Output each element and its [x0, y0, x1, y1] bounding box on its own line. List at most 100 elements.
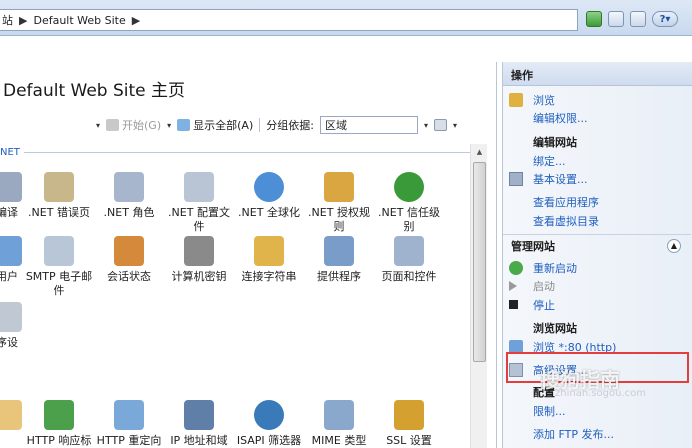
feature-label: ISAPI 筛选器	[236, 434, 302, 447]
feature-label: 连接字符串	[241, 270, 297, 283]
scroll-up-icon[interactable]: ▲	[471, 144, 488, 160]
users-icon	[0, 236, 22, 266]
feature-providers[interactable]: 提供程序	[304, 236, 374, 284]
feature-net-trust-levels[interactable]: .NET 信任级别	[374, 172, 444, 234]
address-bar: 站 ▶ Default Web Site ▶ ?▾	[0, 0, 692, 36]
add-ftp-publishing-label: 添加 FTP 发布...	[533, 427, 614, 441]
feature-label: 计算机密钥	[171, 270, 227, 283]
session-state-icon	[114, 236, 144, 266]
chevron-right-icon[interactable]: ▶	[132, 14, 140, 27]
feature-label: 页面和控件	[381, 270, 437, 283]
dropdown-arrow-icon[interactable]: ▾	[424, 121, 428, 130]
add-ftp-publishing-action[interactable]: 添加 FTP 发布...	[503, 424, 614, 443]
edit-permissions-action[interactable]: 编辑权限...	[503, 108, 588, 127]
dropdown-arrow-icon[interactable]: ▾	[96, 121, 100, 130]
connection-strings-icon	[254, 236, 284, 266]
dropdown-arrow-icon[interactable]: ▾	[167, 121, 171, 130]
feature-label: HTTP 响应标	[26, 434, 92, 447]
address-segment-site[interactable]: 站	[2, 12, 13, 28]
chevron-right-icon[interactable]: ▶	[19, 14, 27, 27]
start-filter-label: 开始(G)	[122, 119, 162, 132]
feature-machine-key[interactable]: 计算机密钥	[164, 236, 234, 284]
mime-types-icon	[324, 400, 354, 430]
feature-label: 序设	[0, 336, 18, 349]
feature-label: .NET 全球化	[238, 206, 300, 219]
limits-label: 限制...	[533, 404, 566, 418]
feature-label: .NET 信任级别	[378, 206, 440, 233]
globe-icon	[254, 172, 284, 202]
feature-label: .NET 授权规则	[308, 206, 370, 233]
view-virtual-directories-action[interactable]: 查看虚拟目录	[503, 211, 599, 230]
start-action[interactable]: 启动	[503, 276, 555, 295]
pages-controls-icon	[394, 236, 424, 266]
restart-action[interactable]: 重新启动	[503, 258, 577, 277]
feature-label: SSL 设置	[386, 434, 432, 447]
feature-isapi-filters[interactable]: ISAPI 筛选器	[234, 400, 304, 448]
browse-site-heading: 浏览网站	[503, 318, 577, 337]
http-response-headers-icon	[44, 400, 74, 430]
start-filter-button[interactable]: 开始(G)	[106, 117, 161, 133]
feature-application-settings[interactable]: 序设	[0, 302, 42, 350]
menu-strip	[0, 37, 692, 61]
feature-http-redirect[interactable]: HTTP 重定向	[94, 400, 164, 448]
view-applications-label: 查看应用程序	[533, 195, 599, 209]
collapse-icon[interactable]: ▲	[667, 238, 681, 253]
basic-settings-icon	[509, 171, 523, 186]
browse-folder-icon	[509, 92, 523, 107]
start-label: 启动	[533, 279, 555, 293]
lock-icon	[394, 400, 424, 430]
feature-net-profile[interactable]: .NET 配置文件	[164, 172, 234, 234]
trust-level-icon	[394, 172, 424, 202]
home-icon[interactable]	[630, 11, 646, 27]
address-field[interactable]: 站 ▶ Default Web Site ▶	[0, 9, 578, 31]
ip-restrictions-icon	[184, 400, 214, 430]
view-virtual-directories-label: 查看虚拟目录	[533, 214, 599, 228]
view-mode-icon[interactable]	[433, 119, 447, 131]
feature-ssl-settings[interactable]: SSL 设置	[374, 400, 444, 448]
manage-site-section[interactable]: 管理网站 ▲	[503, 234, 691, 256]
watermark-url: zhinan.sogou.com	[555, 388, 647, 399]
feature-net-error-pages[interactable]: .NET 错误页	[24, 172, 94, 220]
basic-settings-action[interactable]: 基本设置...	[503, 169, 588, 188]
feature-net-roles[interactable]: .NET 角色	[94, 172, 164, 220]
feature-label: IP 地址和域	[170, 434, 228, 447]
manage-site-label: 管理网站	[511, 239, 555, 253]
address-segment-default-web-site[interactable]: Default Web Site	[33, 14, 125, 27]
bindings-action[interactable]: 绑定...	[503, 151, 566, 170]
stop-action[interactable]: 停止	[503, 295, 555, 314]
vertical-scrollbar[interactable]: ▲	[470, 144, 487, 448]
limits-action[interactable]: 限制...	[503, 401, 566, 420]
show-all-label: 显示全部(A)	[193, 119, 254, 132]
feature-icon	[0, 400, 22, 430]
feature-pages-controls[interactable]: 页面和控件	[374, 236, 444, 284]
scrollbar-thumb[interactable]	[473, 162, 486, 362]
help-icon[interactable]: ?▾	[652, 11, 678, 27]
feature-mime-types[interactable]: MIME 类型	[304, 400, 374, 448]
feature-connection-strings[interactable]: 连接字符串	[234, 236, 304, 284]
nav-icons: ?▾	[586, 11, 678, 27]
stop-square-icon	[509, 300, 518, 309]
browse-action[interactable]: 浏览	[503, 90, 555, 109]
machine-key-icon	[184, 236, 214, 266]
feature-net-authorization[interactable]: .NET 授权规则	[304, 172, 374, 234]
feature-session-state[interactable]: 会话状态	[94, 236, 164, 284]
isapi-filters-icon	[254, 400, 284, 430]
stop-icon[interactable]	[608, 11, 624, 27]
browse-label: 浏览	[533, 93, 555, 107]
http-redirect-icon	[114, 400, 144, 430]
feature-smtp-email[interactable]: SMTP 电子邮件	[24, 236, 94, 298]
group-header-net[interactable]: NET	[0, 144, 470, 160]
feature-label: .NET 配置文件	[168, 206, 230, 233]
feature-label: SMTP 电子邮件	[25, 270, 93, 297]
view-applications-action[interactable]: 查看应用程序	[503, 192, 599, 211]
page-title: Default Web Site 主页	[3, 81, 186, 101]
dropdown-arrow-icon[interactable]: ▾	[453, 121, 457, 130]
feature-http-response-headers[interactable]: HTTP 响应标	[24, 400, 94, 448]
authorization-icon	[324, 172, 354, 202]
refresh-icon[interactable]	[586, 11, 602, 27]
profile-icon	[184, 172, 214, 202]
group-by-select[interactable]: 区域	[319, 116, 418, 134]
feature-net-globalization[interactable]: .NET 全球化	[234, 172, 304, 220]
show-all-button[interactable]: 显示全部(A)	[177, 117, 253, 133]
feature-ip-domain-restrictions[interactable]: IP 地址和域	[164, 400, 234, 448]
